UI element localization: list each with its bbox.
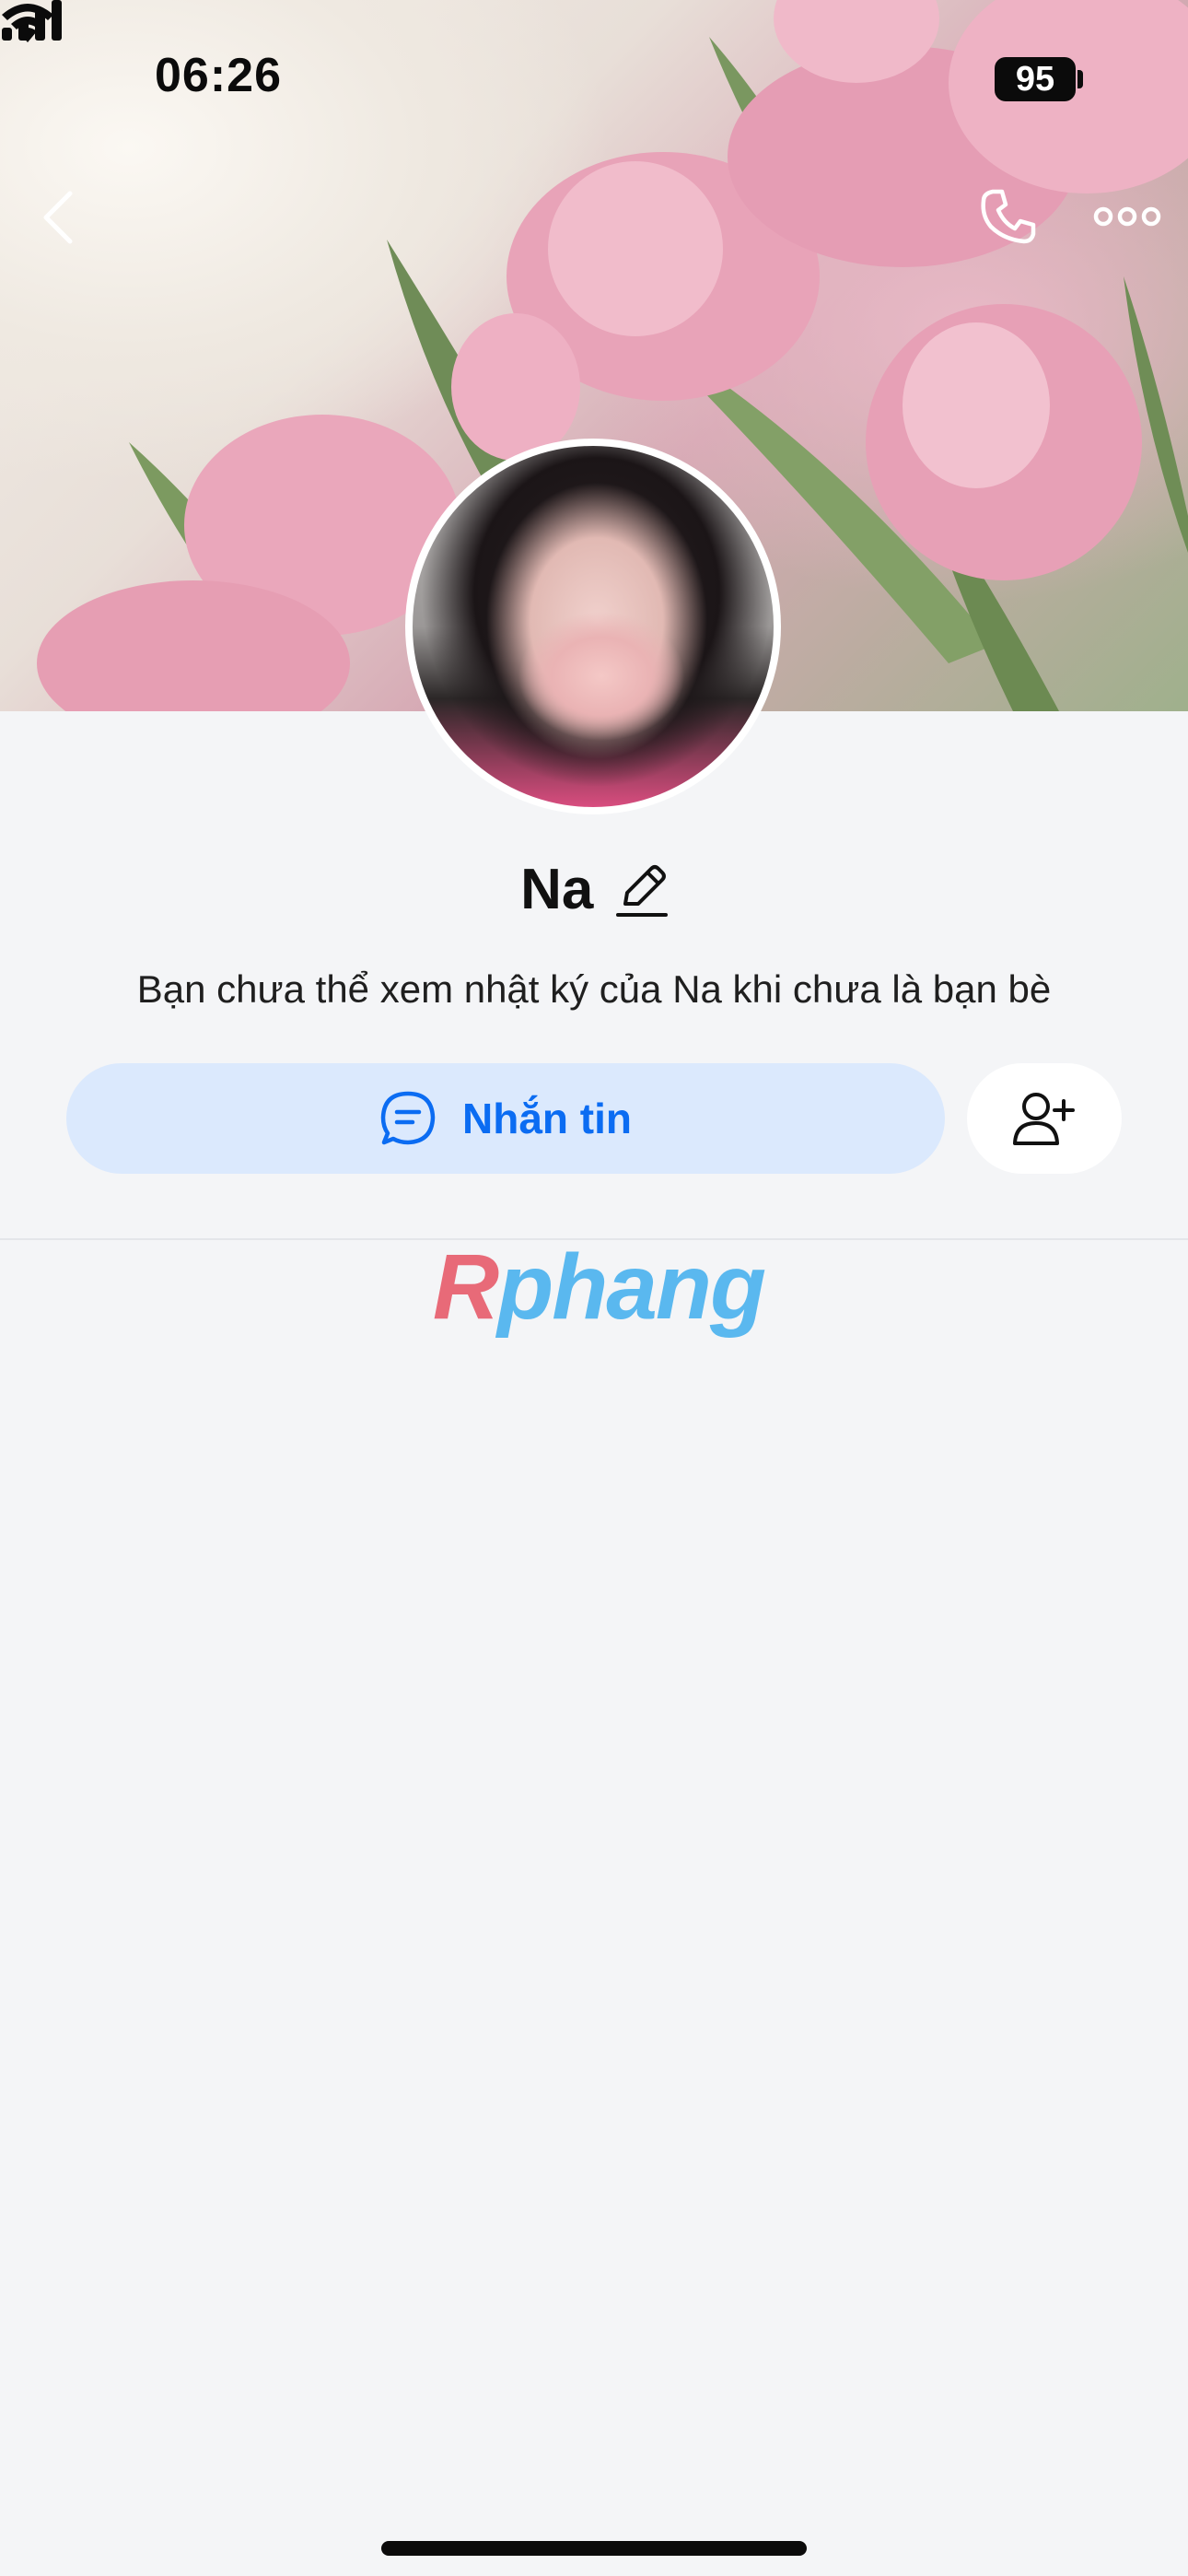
- chevron-left-icon: [43, 191, 73, 244]
- message-button-label: Nhắn tin: [462, 1095, 632, 1142]
- watermark-logo: Rphang: [414, 1236, 783, 1338]
- battery-icon: 95: [995, 57, 1076, 101]
- watermark-first-letter: R: [432, 1235, 499, 1339]
- profile-name: Na: [520, 858, 594, 921]
- call-button[interactable]: [976, 184, 1041, 249]
- watermark-rest: phang: [497, 1235, 766, 1339]
- pencil-icon: [615, 864, 668, 917]
- chat-bubble-icon: [380, 1091, 436, 1145]
- profile-screen: 06:26 95 Na Bạn chưa thể xem nhật ký của…: [0, 0, 1188, 2576]
- battery-cap: [1077, 70, 1083, 88]
- wifi-icon: [2, 4, 53, 42]
- edit-name-button[interactable]: [615, 861, 668, 919]
- add-friend-button[interactable]: [967, 1063, 1122, 1174]
- more-button[interactable]: [1092, 193, 1162, 240]
- add-user-icon: [1013, 1093, 1075, 1145]
- status-bar: 06:26 95: [0, 0, 1188, 157]
- privacy-notice: Bạn chưa thể xem nhật ký của Na khi chưa…: [136, 967, 1052, 1011]
- profile-name-row: Na: [0, 857, 1188, 931]
- more-horizontal-icon: [1093, 206, 1161, 227]
- back-button[interactable]: [33, 184, 85, 251]
- home-indicator[interactable]: [381, 2541, 807, 2556]
- message-button[interactable]: Nhắn tin: [66, 1063, 945, 1174]
- avatar[interactable]: [405, 439, 781, 814]
- status-time: 06:26: [155, 49, 282, 102]
- phone-icon: [981, 189, 1036, 244]
